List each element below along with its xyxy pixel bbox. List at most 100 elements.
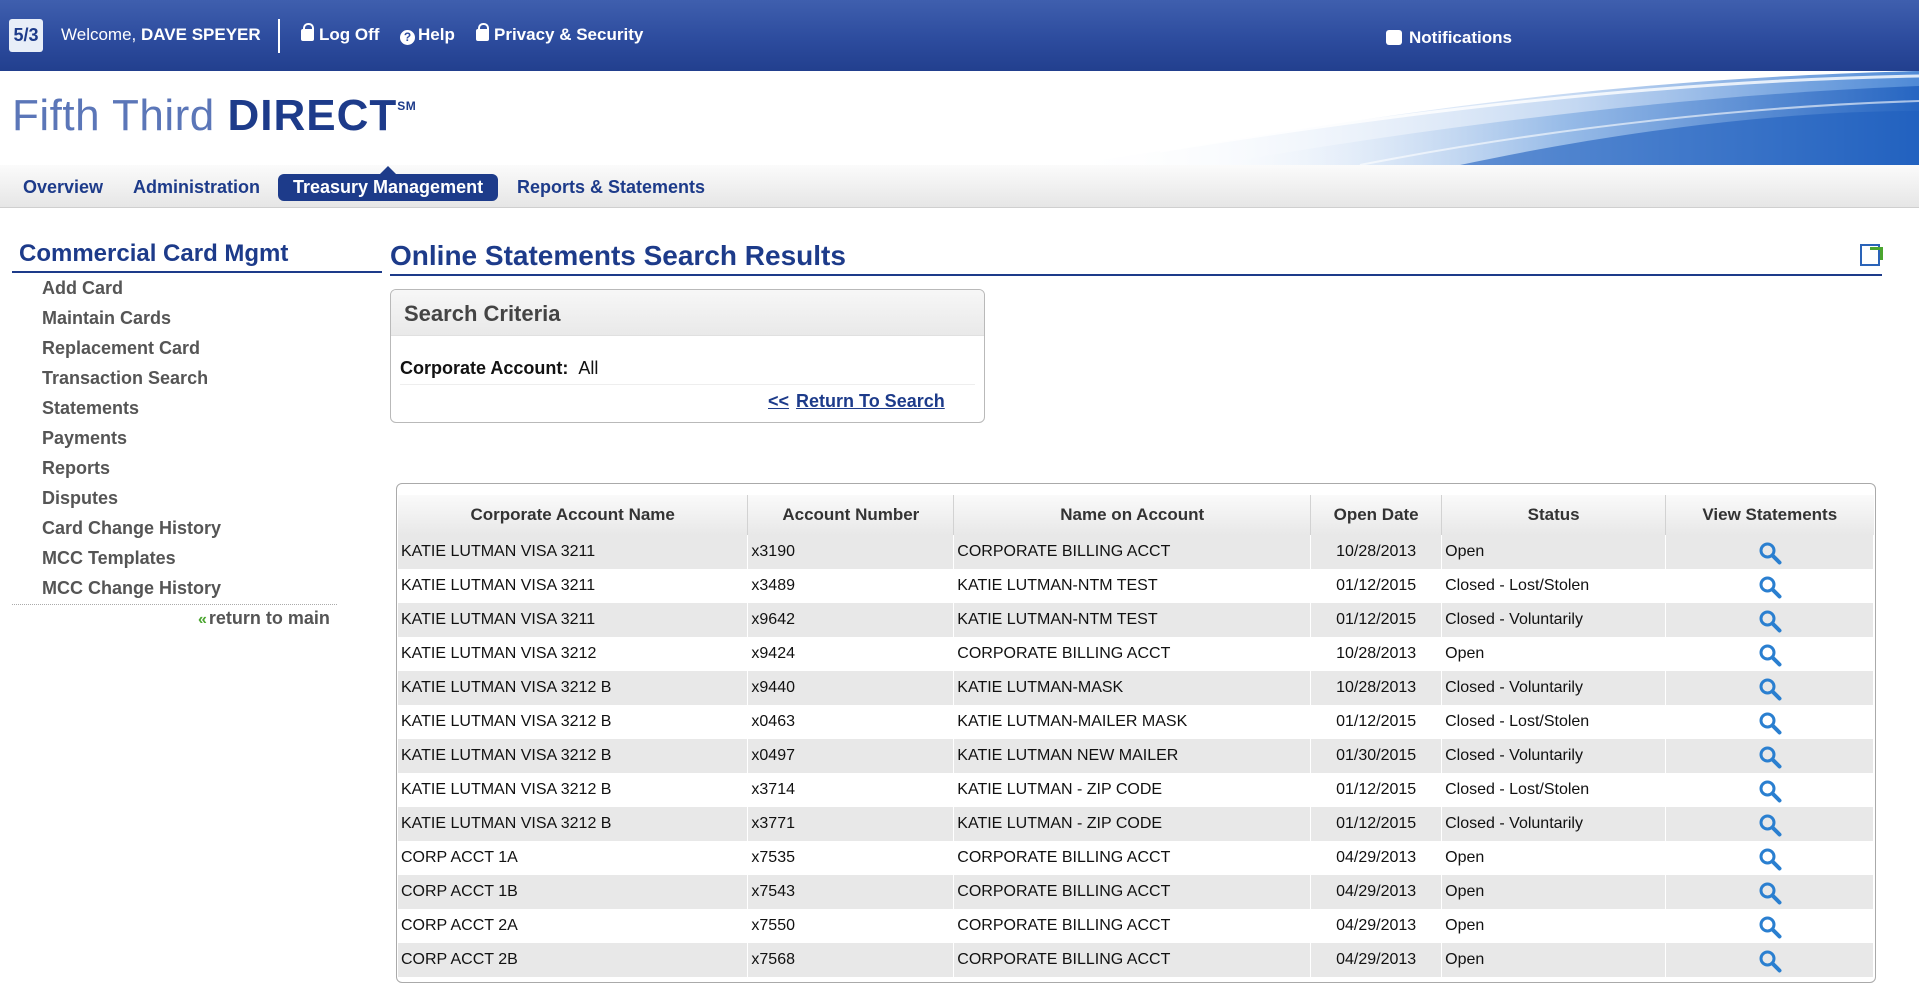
table-header-row: Corporate Account Name Account Number Na… (398, 495, 1874, 535)
sidebar-item-maintain-cards[interactable]: Maintain Cards (42, 307, 221, 337)
table-row: KATIE LUTMAN VISA 3211 x9642 KATIE LUTMAN-… (398, 603, 1874, 637)
view-statements-cell (1665, 943, 1874, 977)
table-row: KATIE LUTMAN VISA 3212 Bx3714 KATIE LUTMA… (398, 773, 1874, 807)
table-row: CORP ACCT 1A x7535 CORPORATE BILLING ACCT 0… (398, 841, 1874, 875)
brand-name-bold: DIRECT (227, 91, 398, 140)
view-statement-search-icon[interactable] (1758, 575, 1782, 599)
nav-treasury-management[interactable]: Treasury Management (278, 166, 499, 201)
brand-logo: Fifth Third DIRECTSM (12, 91, 416, 141)
account-number-cell: x3771 (747, 807, 955, 841)
corporate-account-name-cell: KATIE LUTMAN VISA 3212 (398, 637, 749, 671)
account-number-cell: x3489 (747, 569, 955, 603)
nav-administration[interactable]: Administration (118, 174, 275, 201)
page-title: Online Statements Search Results (390, 240, 1882, 276)
column-header[interactable]: Open Date (1310, 495, 1443, 535)
lock-icon (476, 23, 489, 41)
column-header[interactable]: Name on Account (953, 495, 1312, 535)
view-statement-search-icon[interactable] (1758, 711, 1782, 735)
view-statement-search-icon[interactable] (1758, 915, 1782, 939)
view-statement-search-icon[interactable] (1758, 779, 1782, 803)
view-statement-search-icon[interactable] (1758, 677, 1782, 701)
column-header[interactable]: Status (1441, 495, 1667, 535)
column-header[interactable]: Corporate Account Name (398, 495, 749, 535)
notifications-label: Notifications (1409, 28, 1512, 47)
open-date-cell: 01/12/2015 (1310, 773, 1443, 807)
open-date-cell: 10/28/2013 (1310, 637, 1443, 671)
privacy-security-link[interactable]: Privacy & Security (476, 23, 643, 45)
name-on-account-cell: KATIE LUTMAN-NTM TEST (953, 603, 1312, 637)
user-name: DAVE SPEYER (141, 25, 261, 44)
status-cell: Closed - Voluntarily (1441, 739, 1667, 773)
name-on-account-cell: KATIE LUTMAN - ZIP CODE (953, 807, 1312, 841)
view-statements-cell (1665, 569, 1874, 603)
table-row: KATIE LUTMAN VISA 3212 x9424 CORPORATE BIL… (398, 637, 1874, 671)
search-criteria-panel: Search Criteria Corporate Account: All <… (390, 289, 985, 423)
double-arrow-left-icon: « (198, 611, 207, 628)
sidebar-item-transaction-search[interactable]: Transaction Search (42, 367, 221, 397)
account-number-cell: x3190 (747, 535, 955, 569)
sidebar-item-payments[interactable]: Payments (42, 427, 221, 457)
status-cell: Closed - Voluntarily (1441, 671, 1667, 705)
corporate-account-value: All (578, 358, 599, 378)
name-on-account-cell: KATIE LUTMAN-MAILER MASK (953, 705, 1312, 739)
corporate-account-name-cell: CORP ACCT 2A (398, 909, 749, 943)
sidebar-item-card-change-history[interactable]: Card Change History (42, 517, 221, 547)
welcome-prefix: Welcome, (61, 25, 137, 44)
account-number-cell: x7535 (747, 841, 955, 875)
nav-reports-statements[interactable]: Reports & Statements (502, 174, 720, 201)
account-number-cell: x7568 (747, 943, 955, 977)
sidebar-title: Commercial Card Mgmt (12, 240, 382, 273)
export-icon[interactable] (1860, 244, 1880, 266)
log-off-link[interactable]: Log Off (301, 23, 379, 45)
sidebar-divider (12, 604, 337, 605)
view-statement-search-icon[interactable] (1758, 643, 1782, 667)
statements-table-container: Corporate Account Name Account Number Na… (396, 483, 1876, 983)
nav-overview[interactable]: Overview (8, 174, 118, 201)
decorative-swoosh (1060, 71, 1919, 165)
account-number-cell: x0497 (747, 739, 955, 773)
help-link[interactable]: ? Help (400, 25, 455, 45)
return-to-main-link[interactable]: «return to main (198, 608, 330, 629)
view-statements-cell (1665, 603, 1874, 637)
status-cell: Open (1441, 637, 1667, 671)
corporate-account-name-cell: CORP ACCT 1A (398, 841, 749, 875)
account-number-cell: x9424 (747, 637, 955, 671)
view-statements-cell (1665, 875, 1874, 909)
view-statement-search-icon[interactable] (1758, 881, 1782, 905)
account-number-cell: x7550 (747, 909, 955, 943)
corporate-account-name-cell: KATIE LUTMAN VISA 3212 B (398, 705, 749, 739)
table-row: CORP ACCT 1B x7543 CORPORATE BILLING ACCT 0… (398, 875, 1874, 909)
view-statements-cell (1665, 739, 1874, 773)
name-on-account-cell: KATIE LUTMAN-MASK (953, 671, 1312, 705)
notifications-link[interactable]: Notifications (1386, 28, 1512, 48)
sidebar-item-add-card[interactable]: Add Card (42, 277, 221, 307)
sidebar-item-replacement-card[interactable]: Replacement Card (42, 337, 221, 367)
return-main-label: return to main (208, 608, 330, 628)
view-statement-search-icon[interactable] (1758, 813, 1782, 837)
account-number-cell: x7543 (747, 875, 955, 909)
return-to-search-link[interactable]: << Return To Search (768, 391, 945, 412)
table-row: KATIE LUTMAN VISA 3211 x3190 CORPORATE BIL… (398, 535, 1874, 569)
view-statement-search-icon[interactable] (1758, 949, 1782, 973)
sidebar-item-disputes[interactable]: Disputes (42, 487, 221, 517)
sidebar-item-mcc-templates[interactable]: MCC Templates (42, 547, 221, 577)
view-statement-search-icon[interactable] (1758, 609, 1782, 633)
sidebar-menu: Add Card Maintain Cards Replacement Card… (42, 277, 221, 607)
view-statements-cell (1665, 807, 1874, 841)
sidebar-item-statements[interactable]: Statements (42, 397, 221, 427)
view-statements-cell (1665, 705, 1874, 739)
sidebar-item-mcc-change-history[interactable]: MCC Change History (42, 577, 221, 607)
sidebar-item-reports[interactable]: Reports (42, 457, 221, 487)
open-date-cell: 01/12/2015 (1310, 569, 1443, 603)
name-on-account-cell: KATIE LUTMAN - ZIP CODE (953, 773, 1312, 807)
name-on-account-cell: CORPORATE BILLING ACCT (953, 875, 1312, 909)
table-row: KATIE LUTMAN VISA 3212 Bx3771 KATIE LUTMA… (398, 807, 1874, 841)
table-row: CORP ACCT 2A x7550 CORPORATE BILLING ACCT 0… (398, 909, 1874, 943)
view-statement-search-icon[interactable] (1758, 847, 1782, 871)
open-date-cell: 04/29/2013 (1310, 909, 1443, 943)
view-statement-search-icon[interactable] (1758, 541, 1782, 565)
top-bar: 5/3 Welcome, DAVE SPEYER Log Off ? Help P… (0, 0, 1919, 71)
open-date-cell: 04/29/2013 (1310, 943, 1443, 977)
column-header[interactable]: Account Number (747, 495, 955, 535)
view-statement-search-icon[interactable] (1758, 745, 1782, 769)
